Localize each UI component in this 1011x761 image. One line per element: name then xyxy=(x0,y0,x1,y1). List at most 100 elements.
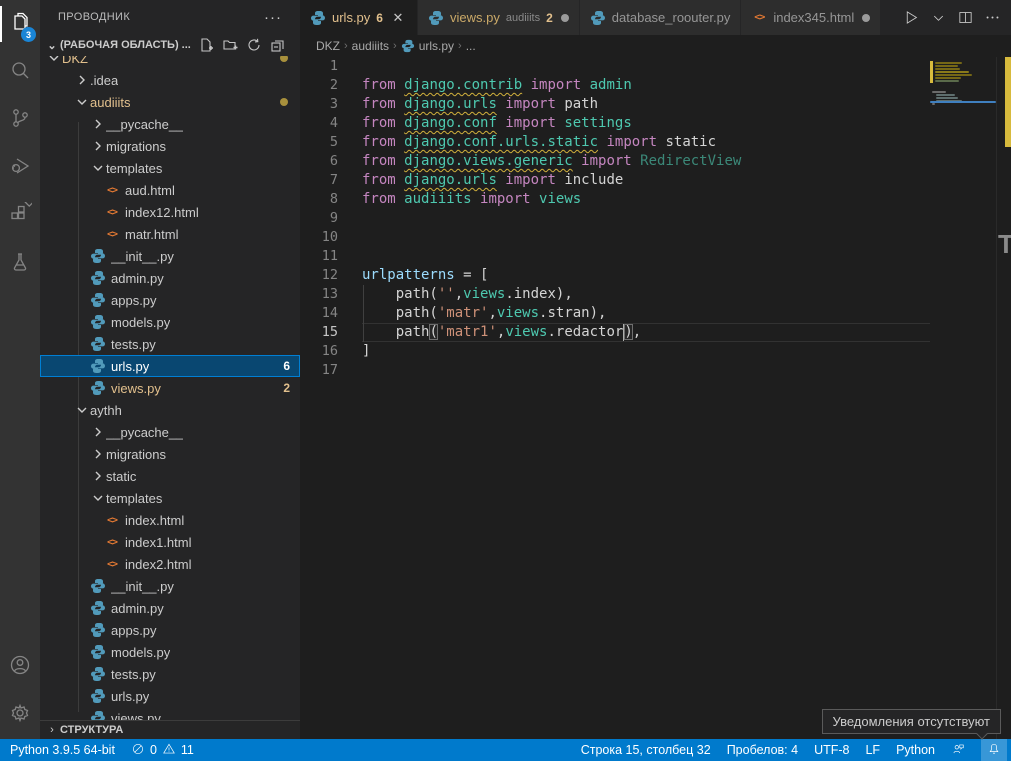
status-encoding[interactable]: UTF-8 xyxy=(814,743,849,757)
tree-item-models.py[interactable]: models.py xyxy=(40,641,300,663)
breadcrumb-item-DKZ[interactable]: DKZ xyxy=(316,39,340,53)
new-folder-icon[interactable] xyxy=(220,35,240,55)
activity-bar-item-explorer[interactable]: 3 xyxy=(0,0,40,48)
activity-bar-item-source-control[interactable] xyxy=(0,96,40,144)
tree-item-migrations[interactable]: migrations xyxy=(40,135,300,157)
breadcrumb-item-audiiits[interactable]: audiiits xyxy=(352,39,389,53)
breadcrumb-item-urls.py[interactable]: urls.py xyxy=(401,39,454,53)
dirty-dot-icon[interactable] xyxy=(862,14,870,22)
code-line-15[interactable]: path('matr1',views.redactor), xyxy=(362,323,930,342)
tree-item-index2.html[interactable]: <>index2.html xyxy=(40,553,300,575)
collapse-all-icon[interactable] xyxy=(268,35,288,55)
code-line-2[interactable]: from django.contrib import admin xyxy=(362,76,930,95)
tree-item-DKZ[interactable]: DKZ xyxy=(40,56,300,69)
tree-item-models.py[interactable]: models.py xyxy=(40,311,300,333)
tree-item-tests.py[interactable]: tests.py xyxy=(40,333,300,355)
tab-database_roouter.py[interactable]: database_roouter.py xyxy=(580,0,742,35)
code-line-14[interactable]: path('matr',views.stran), xyxy=(362,304,930,323)
tree-item-index12.html[interactable]: <>index12.html xyxy=(40,201,300,223)
outline-section-header[interactable]: › СТРУКТУРА xyxy=(40,720,300,739)
chevron-right-icon[interactable] xyxy=(90,138,106,154)
tree-item-__init__.py[interactable]: __init__.py xyxy=(40,575,300,597)
code-line-6[interactable]: from django.views.generic import Redirec… xyxy=(362,152,930,171)
code-line-16[interactable]: ] xyxy=(362,342,930,361)
status-feedback[interactable] xyxy=(951,742,965,759)
tree-item-index1.html[interactable]: <>index1.html xyxy=(40,531,300,553)
tree-item-admin.py[interactable]: admin.py xyxy=(40,267,300,289)
tab-index345.html[interactable]: <>index345.html xyxy=(741,0,881,35)
tree-item-matr.html[interactable]: <>matr.html xyxy=(40,223,300,245)
chevron-right-icon[interactable] xyxy=(90,116,106,132)
code-editor[interactable]: 1234567891011121314151617 from django.co… xyxy=(300,57,1011,739)
status-problems[interactable]: 011 xyxy=(131,742,194,759)
tree-item-static[interactable]: static xyxy=(40,465,300,487)
activity-bar-item-testing[interactable] xyxy=(0,240,40,288)
tab-views.py[interactable]: views.pyaudiiits2 xyxy=(418,0,580,35)
tree-item-urls.py[interactable]: urls.py xyxy=(40,685,300,707)
status-indentation[interactable]: Пробелов: 4 xyxy=(727,743,798,757)
chevron-right-icon[interactable] xyxy=(90,446,106,462)
code-line-3[interactable]: from django.urls import path xyxy=(362,95,930,114)
code-content[interactable]: from django.contrib import adminfrom dja… xyxy=(362,57,930,739)
tree-item-__pycache__[interactable]: __pycache__ xyxy=(40,113,300,135)
tree-item-views.py[interactable]: views.py xyxy=(40,707,300,720)
tree-item-aud.html[interactable]: <>aud.html xyxy=(40,179,300,201)
tree-item-tests.py[interactable]: tests.py xyxy=(40,663,300,685)
code-line-8[interactable]: from audiiits import views xyxy=(362,190,930,209)
split-editor-icon[interactable] xyxy=(957,9,974,26)
minimap[interactable] xyxy=(930,57,996,739)
workspace-section-header[interactable]: ⌄ (РАБОЧАЯ ОБЛАСТЬ) ... xyxy=(40,34,300,56)
activity-bar-item-account[interactable] xyxy=(0,643,40,691)
tree-item-apps.py[interactable]: apps.py xyxy=(40,289,300,311)
status-cursor-position[interactable]: Строка 15, столбец 32 xyxy=(581,743,711,757)
tree-item-templates[interactable]: templates xyxy=(40,157,300,179)
run-dropdown-chevron-icon[interactable] xyxy=(930,9,947,26)
new-file-icon[interactable] xyxy=(196,35,216,55)
tree-item-views.py[interactable]: views.py2 xyxy=(40,377,300,399)
activity-bar-item-settings-gear[interactable] xyxy=(0,691,40,739)
tree-item-aythh[interactable]: aythh xyxy=(40,399,300,421)
code-line-17[interactable] xyxy=(362,361,930,380)
status-python-interpreter[interactable]: Python 3.9.5 64-bit xyxy=(10,743,115,757)
tree-item-migrations[interactable]: migrations xyxy=(40,443,300,465)
activity-bar-item-run-debug[interactable] xyxy=(0,144,40,192)
activity-bar-item-search[interactable] xyxy=(0,48,40,96)
code-line-7[interactable]: from django.urls import include xyxy=(362,171,930,190)
tree-item-__init__.py[interactable]: __init__.py xyxy=(40,245,300,267)
chevron-right-icon[interactable] xyxy=(90,468,106,484)
code-line-12[interactable]: urlpatterns = [ xyxy=(362,266,930,285)
code-line-9[interactable] xyxy=(362,209,930,228)
run-icon[interactable] xyxy=(903,9,920,26)
code-line-13[interactable]: path('',views.index), xyxy=(362,285,930,304)
status-eol[interactable]: LF xyxy=(865,743,880,757)
tree-item-index.html[interactable]: <>index.html xyxy=(40,509,300,531)
breadcrumb-item-...[interactable]: ... xyxy=(466,39,476,53)
status-language-mode[interactable]: Python xyxy=(896,743,935,757)
chevron-right-icon[interactable] xyxy=(90,424,106,440)
explorer-more-actions-icon[interactable]: ··· xyxy=(264,9,282,26)
chevron-down-icon[interactable] xyxy=(90,160,106,176)
code-line-11[interactable] xyxy=(362,247,930,266)
dirty-dot-icon[interactable] xyxy=(561,14,569,22)
code-line-10[interactable] xyxy=(362,228,930,247)
code-line-1[interactable] xyxy=(362,57,930,76)
tree-item-urls.py[interactable]: urls.py6 xyxy=(40,355,300,377)
refresh-icon[interactable] xyxy=(244,35,264,55)
more-actions-icon[interactable] xyxy=(984,9,1001,26)
tree-item-admin.py[interactable]: admin.py xyxy=(40,597,300,619)
code-line-5[interactable]: from django.conf.urls.static import stat… xyxy=(362,133,930,152)
chevron-down-icon[interactable] xyxy=(90,490,106,506)
tree-item-.idea[interactable]: .idea xyxy=(40,69,300,91)
status-notifications-bell[interactable] xyxy=(981,739,1007,761)
chevron-down-icon[interactable] xyxy=(74,402,90,418)
tree-item-apps.py[interactable]: apps.py xyxy=(40,619,300,641)
tab-urls.py[interactable]: urls.py6✕ xyxy=(300,0,418,35)
activity-bar-item-extensions[interactable] xyxy=(0,192,40,240)
chevron-down-icon[interactable] xyxy=(74,94,90,110)
code-line-4[interactable]: from django.conf import settings xyxy=(362,114,930,133)
tree-item-__pycache__[interactable]: __pycache__ xyxy=(40,421,300,443)
tree-item-templates[interactable]: templates xyxy=(40,487,300,509)
tree-item-audiiits[interactable]: audiiits xyxy=(40,91,300,113)
close-icon[interactable]: ✕ xyxy=(389,9,407,27)
chevron-down-icon[interactable] xyxy=(46,56,62,66)
